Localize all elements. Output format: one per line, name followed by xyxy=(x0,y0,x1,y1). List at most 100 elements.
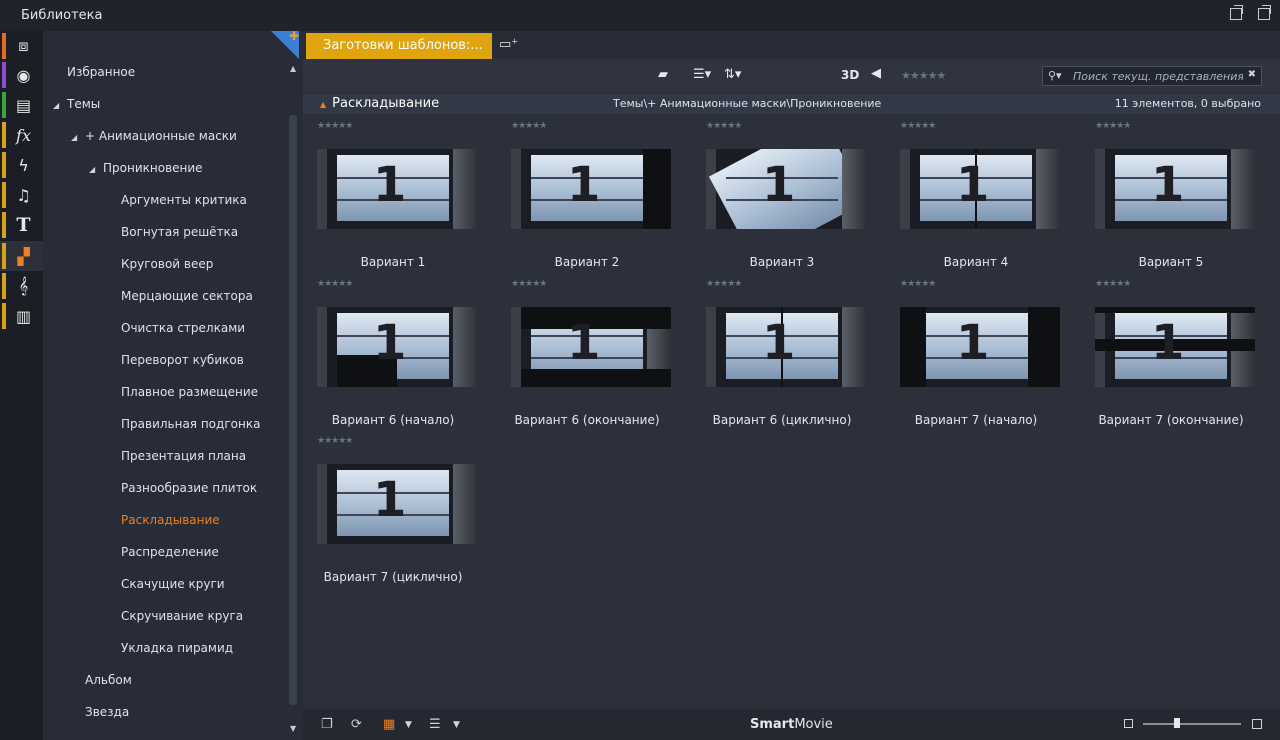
scroll-up-arrow-icon[interactable]: ▲ xyxy=(290,64,296,73)
thumbnail-image[interactable]: 1 xyxy=(511,307,671,387)
add-tab-icon[interactable]: ▭⁺ xyxy=(499,37,518,52)
expand-arrow-icon[interactable]: ◢ xyxy=(53,96,67,116)
pin-plus-icon[interactable]: ✚ xyxy=(289,29,299,43)
thumbnail-item[interactable]: ★★★★★ 1 Вариант 7 (окончание) xyxy=(1081,279,1255,429)
sort-icon[interactable]: ⇅▾ xyxy=(724,67,741,82)
zoom-slider[interactable] xyxy=(1143,723,1241,725)
thumbnail-image[interactable]: 1 xyxy=(317,464,477,544)
item-rating[interactable]: ★★★★★ xyxy=(706,279,742,289)
tag-icon[interactable]: ◀ xyxy=(871,66,881,81)
scroll-down-arrow-icon[interactable]: ▼ xyxy=(290,724,296,733)
strip-piano[interactable]: ▥ xyxy=(0,301,43,331)
zoom-slider-handle[interactable] xyxy=(1174,718,1181,728)
tree-item[interactable]: Аргументы критика xyxy=(121,190,247,210)
thumbnail-item[interactable]: ★★★★★ 1 Вариант 6 (циклично) xyxy=(692,279,866,429)
thumbnail-image[interactable]: 1 xyxy=(706,149,866,229)
expand-arrow-icon[interactable]: ◢ xyxy=(89,160,103,180)
rating-filter[interactable]: ★★★★★ xyxy=(901,69,946,82)
item-rating[interactable]: ★★★★★ xyxy=(317,121,353,131)
thumbnail-item[interactable]: ★★★★★ 1 Вариант 3 xyxy=(692,121,866,271)
thumbnail-image[interactable]: 1 xyxy=(1095,307,1255,387)
zoom-small-icon[interactable] xyxy=(1124,719,1133,728)
strip-fx[interactable]: fx xyxy=(0,120,43,150)
thumbnail-item[interactable]: ★★★★★ 1 Вариант 1 xyxy=(303,121,477,271)
refresh-icon[interactable]: ⟳ xyxy=(351,717,362,732)
thumbnail-item[interactable]: ★★★★★ 1 Вариант 4 xyxy=(886,121,1060,271)
item-rating[interactable]: ★★★★★ xyxy=(511,121,547,131)
strip-box[interactable]: ⧈ xyxy=(0,31,43,61)
strip-treble-clef[interactable]: 𝄞 xyxy=(0,271,43,301)
thumbnail-item[interactable]: ★★★★★ 1 Вариант 6 (окончание) xyxy=(497,279,671,429)
thumbnail-image[interactable]: 1 xyxy=(900,307,1060,387)
search-input[interactable] xyxy=(1073,69,1243,84)
details-view-icon[interactable]: ☰ xyxy=(429,717,441,732)
current-folder[interactable]: ▲ Раскладывание xyxy=(320,96,439,111)
grid-view-icon[interactable]: ▦ xyxy=(383,717,395,732)
tree-item-label: Альбом xyxy=(85,673,132,687)
collapse-arrow-icon[interactable]: ▲ xyxy=(320,100,326,109)
details-view-dropdown-icon[interactable]: ▼ xyxy=(453,720,460,730)
folder-icon[interactable]: ▰ xyxy=(658,67,668,82)
thumbnail-image[interactable]: 1 xyxy=(317,149,477,229)
strip-montage[interactable]: ▞ xyxy=(0,241,43,271)
3d-filter-button[interactable]: 3D xyxy=(841,68,859,82)
thumbnail-item[interactable]: ★★★★★ 1 Вариант 6 (начало) xyxy=(303,279,477,429)
tree-item[interactable]: ◢ + Анимационные маски xyxy=(71,126,237,146)
tree-item[interactable]: Скручивание круга xyxy=(121,606,243,626)
smartmovie-button[interactable]: SmartMovie xyxy=(750,717,833,732)
clear-search-icon[interactable]: ✖ xyxy=(1248,69,1256,80)
thumbnail-item[interactable]: ★★★★★ 1 Вариант 7 (начало) xyxy=(886,279,1060,429)
tree-item[interactable]: Очистка стрелками xyxy=(121,318,245,338)
item-rating[interactable]: ★★★★★ xyxy=(1095,279,1131,289)
list-view-icon[interactable]: ☰▾ xyxy=(693,67,711,82)
tree-item[interactable]: Переворот кубиков xyxy=(121,350,244,370)
search-icon[interactable]: ⚲▾ xyxy=(1048,69,1062,82)
tab-templates[interactable]: Заготовки шаблонов:... xyxy=(306,33,492,59)
strip-media-stack[interactable]: ▤ xyxy=(0,90,43,120)
thumbnail-image[interactable]: 1 xyxy=(317,307,477,387)
tree-item[interactable]: Мерцающие сектора xyxy=(121,286,253,306)
item-rating[interactable]: ★★★★★ xyxy=(317,279,353,289)
tree-item[interactable]: Избранное xyxy=(67,62,135,82)
thumbnail-item[interactable]: ★★★★★ 1 Вариант 5 xyxy=(1081,121,1255,271)
tree-item[interactable]: Презентация плана xyxy=(121,446,246,466)
tree-item[interactable]: ◢ Проникновение xyxy=(89,158,203,178)
strip-music-note[interactable]: ♫ xyxy=(0,180,43,210)
tree-item[interactable]: Распределение xyxy=(121,542,219,562)
item-rating[interactable]: ★★★★★ xyxy=(1095,121,1131,131)
grid-view-dropdown-icon[interactable]: ▼ xyxy=(405,720,412,730)
thumbnail-image[interactable]: 1 xyxy=(900,149,1060,229)
strip-lightning[interactable]: ϟ xyxy=(0,150,43,180)
zoom-large-icon[interactable] xyxy=(1252,719,1262,729)
thumbnail-item[interactable]: ★★★★★ 1 Вариант 7 (циклично) xyxy=(303,436,477,586)
tree-item[interactable]: Плавное размещение xyxy=(121,382,258,402)
item-rating[interactable]: ★★★★★ xyxy=(706,121,742,131)
tree-item[interactable]: Правильная подгонка xyxy=(121,414,260,434)
tree-item[interactable]: Вогнутая решётка xyxy=(121,222,238,242)
thumbnail-image[interactable]: 1 xyxy=(706,307,866,387)
item-rating[interactable]: ★★★★★ xyxy=(511,279,547,289)
tree-item[interactable]: Укладка пирамид xyxy=(121,638,233,658)
strip-text[interactable]: T xyxy=(0,210,43,240)
expand-arrow-icon[interactable]: ◢ xyxy=(71,128,85,148)
tree-item[interactable]: ◢ Темы xyxy=(53,94,100,114)
item-rating[interactable]: ★★★★★ xyxy=(900,121,936,131)
item-rating[interactable]: ★★★★★ xyxy=(900,279,936,289)
thumbnail-item[interactable]: ★★★★★ 1 Вариант 2 xyxy=(497,121,671,271)
thumbnail-image[interactable]: 1 xyxy=(1095,149,1255,229)
strip-film-reel[interactable]: ◉ xyxy=(0,60,43,90)
undock-icon[interactable] xyxy=(1230,5,1243,20)
item-rating[interactable]: ★★★★★ xyxy=(317,436,353,446)
tree-item[interactable]: Разнообразие плиток xyxy=(121,478,257,498)
side-rail xyxy=(1036,149,1060,229)
countdown-digit: 1 xyxy=(373,315,407,371)
tree-scrollbar[interactable] xyxy=(289,115,297,705)
tree-item[interactable]: Скачущие круги xyxy=(121,574,225,594)
tree-item[interactable]: Раскладывание xyxy=(121,510,220,530)
thumbnail-image[interactable]: 1 xyxy=(511,149,671,229)
tree-item[interactable]: Альбом xyxy=(85,670,132,690)
tree-item[interactable]: Звезда xyxy=(85,702,129,722)
copy-icon[interactable]: ❐ xyxy=(321,717,333,732)
restore-window-icon[interactable] xyxy=(1258,5,1271,20)
tree-item[interactable]: Круговой веер xyxy=(121,254,213,274)
